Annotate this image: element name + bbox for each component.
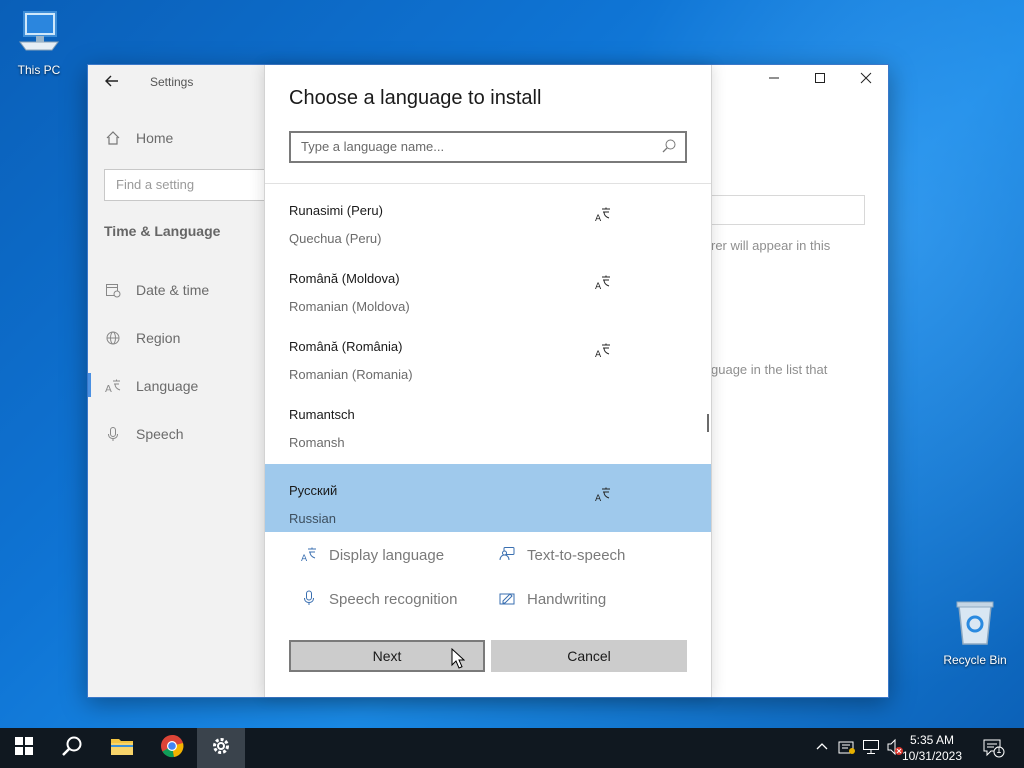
language-list: Runasimi (Peru) Quechua (Peru) A Română … <box>265 184 711 532</box>
language-english-name: Russian <box>289 511 336 526</box>
close-button[interactable] <box>854 71 878 91</box>
display-language-icon: A <box>595 206 613 224</box>
language-native-name: Русский <box>289 483 338 498</box>
this-pc-label: This PC <box>17 63 61 77</box>
feature-label: Text-to-speech <box>527 546 626 564</box>
sidebar-item-home[interactable]: Home <box>104 129 173 147</box>
feature-label: Display language <box>329 546 445 564</box>
display-language-icon: A <box>301 546 319 564</box>
sidebar-item-language[interactable]: A Language <box>104 377 198 395</box>
windows-logo-icon <box>15 736 33 760</box>
settings-taskbar-button[interactable] <box>197 728 245 768</box>
notification-count: 1 <box>996 746 1002 756</box>
background-dropdown <box>711 195 865 225</box>
language-native-name: Rumantsch <box>289 407 355 422</box>
settings-sidebar: Settings Home Find a setting Time & Lang… <box>88 65 274 697</box>
feature-label: Handwriting <box>527 590 607 608</box>
language-icon: A <box>104 377 122 395</box>
background-text-2: guage in the list that <box>711 362 828 377</box>
svg-text:A: A <box>595 214 602 222</box>
language-english-name: Romanian (Moldova) <box>289 299 410 314</box>
search-icon <box>61 735 83 762</box>
gear-icon <box>210 735 232 762</box>
selected-nav-indicator <box>88 373 91 397</box>
folder-icon <box>110 736 134 761</box>
svg-text:A: A <box>301 554 308 562</box>
svg-text:A: A <box>595 282 602 290</box>
microphone-icon <box>301 590 319 608</box>
list-item[interactable]: Runasimi (Peru) Quechua (Peru) A <box>265 184 711 252</box>
find-setting-input[interactable]: Find a setting <box>104 169 274 201</box>
sidebar-item-label: Speech <box>136 426 184 442</box>
display-language-icon: A <box>595 342 613 360</box>
list-item[interactable]: Rumantsch Romansh <box>265 388 711 456</box>
list-scrollbar[interactable] <box>707 414 709 432</box>
handwriting-feature: Handwriting <box>499 590 606 608</box>
chrome-taskbar-button[interactable] <box>148 728 196 768</box>
recycle-bin-label: Recycle Bin <box>943 653 1007 667</box>
back-arrow-icon[interactable] <box>104 73 122 91</box>
language-search-input[interactable]: Type a language name... <box>289 131 687 163</box>
recycle-bin-desktop-icon[interactable]: Recycle Bin <box>937 600 1013 667</box>
taskbar-clock[interactable]: 5:35 AM 10/31/2023 <box>902 732 962 764</box>
sidebar-item-region[interactable]: Region <box>104 329 180 347</box>
security-tray-icon[interactable] <box>838 738 856 756</box>
minimize-button[interactable] <box>762 71 786 91</box>
sidebar-item-date-time[interactable]: Date & time <box>104 281 209 299</box>
background-text-1: rer will appear in this <box>711 238 831 253</box>
this-pc-desktop-icon[interactable]: This PC <box>1 8 77 77</box>
text-to-speech-feature: Text-to-speech <box>499 546 625 564</box>
feature-label: Speech recognition <box>329 590 458 608</box>
file-explorer-taskbar-button[interactable] <box>98 728 146 768</box>
search-taskbar-button[interactable] <box>48 728 96 768</box>
section-heading: Time & Language <box>104 223 221 239</box>
sidebar-item-label: Date & time <box>136 282 210 298</box>
language-english-name: Romansh <box>289 435 345 450</box>
chrome-icon <box>160 734 184 763</box>
globe-icon <box>104 329 122 347</box>
language-native-name: Română (Moldova) <box>289 271 400 286</box>
language-native-name: Runasimi (Peru) <box>289 203 383 218</box>
start-button[interactable] <box>0 728 48 768</box>
network-icon[interactable] <box>862 738 880 756</box>
chevron-up-icon[interactable] <box>815 738 833 756</box>
sidebar-item-label: Language <box>136 378 199 394</box>
svg-text:A: A <box>105 384 112 394</box>
choose-language-dialog: Choose a language to install Type a lang… <box>264 65 712 697</box>
display-language-feature: A Display language <box>301 546 444 564</box>
text-to-speech-icon <box>499 546 517 564</box>
language-native-name: Română (România) <box>289 339 403 354</box>
list-item[interactable]: Română (Moldova) Romanian (Moldova) A <box>265 252 711 320</box>
mouse-cursor-icon <box>451 647 466 670</box>
find-setting-placeholder: Find a setting <box>116 177 195 192</box>
computer-icon <box>1 8 77 59</box>
handwriting-icon <box>499 590 517 608</box>
notification-icon[interactable]: 1 <box>983 738 1005 758</box>
svg-text:A: A <box>595 494 602 502</box>
sidebar-item-label: Region <box>136 330 181 346</box>
svg-text:A: A <box>595 350 602 358</box>
settings-app-title: Settings <box>150 75 194 89</box>
list-item[interactable]: Română (România) Romanian (Romania) A <box>265 320 711 388</box>
search-icon <box>661 138 679 156</box>
language-english-name: Quechua (Peru) <box>289 231 382 246</box>
sidebar-item-speech[interactable]: Speech <box>104 425 183 443</box>
taskbar: 5:35 AM 10/31/2023 1 <box>0 728 1024 768</box>
display-language-icon: A <box>595 274 613 292</box>
language-search-placeholder: Type a language name... <box>301 139 445 154</box>
dialog-title: Choose a language to install <box>289 87 542 109</box>
home-icon <box>104 129 122 147</box>
microphone-icon <box>104 425 122 443</box>
cancel-button[interactable]: Cancel <box>491 640 687 672</box>
language-english-name: Romanian (Romania) <box>289 367 413 382</box>
calendar-clock-icon <box>104 281 122 299</box>
list-item-selected[interactable]: Русский Russian A <box>265 464 711 532</box>
recycle-bin-icon <box>937 600 1013 649</box>
sidebar-item-label: Home <box>136 130 174 146</box>
maximize-button[interactable] <box>808 71 832 91</box>
display-language-icon: A <box>595 486 613 504</box>
clock-date: 10/31/2023 <box>901 749 962 763</box>
clock-time: 5:35 AM <box>909 733 954 747</box>
speech-recognition-feature: Speech recognition <box>301 590 457 608</box>
